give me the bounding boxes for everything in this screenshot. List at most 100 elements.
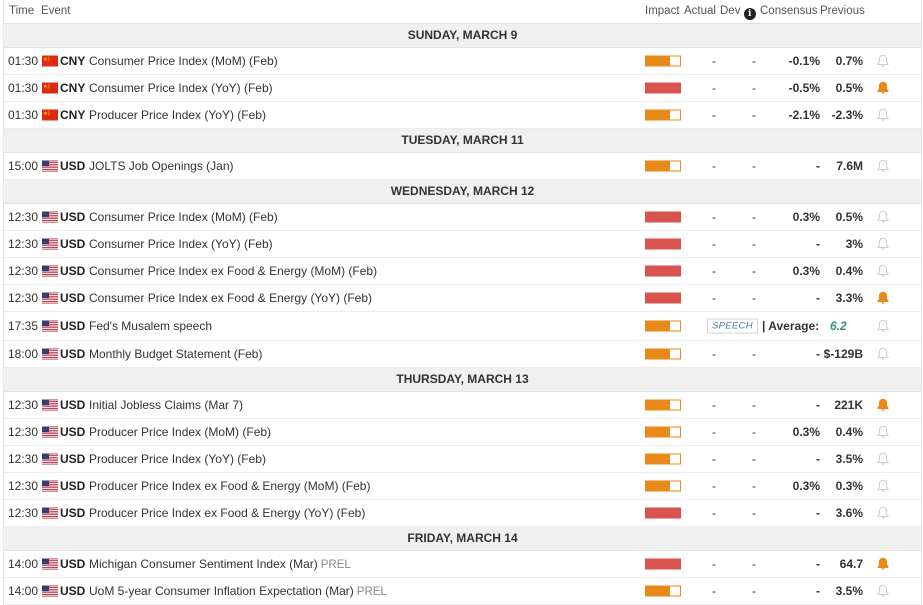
deviation-value: - bbox=[752, 54, 756, 68]
day-header: FRIDAY, MARCH 14 bbox=[4, 527, 921, 551]
bell-icon[interactable] bbox=[876, 506, 890, 520]
event-row[interactable]: 12:30 USD Consumer Price Index ex Food & E… bbox=[4, 285, 921, 312]
bell-icon[interactable] bbox=[876, 237, 890, 251]
bell-icon[interactable] bbox=[876, 479, 890, 493]
event-name[interactable]: JOLTS Job Openings (Jan) bbox=[89, 159, 234, 173]
previous-value: 3.5% bbox=[835, 452, 863, 466]
event-name-text: Monthly Budget Statement (Feb) bbox=[89, 347, 263, 361]
bell-icon[interactable] bbox=[876, 347, 890, 361]
col-impact-header[interactable]: Impact bbox=[645, 5, 680, 17]
event-row[interactable]: 12:30 USD Producer Price Index ex Food & E… bbox=[4, 473, 921, 500]
event-time: 12:30 bbox=[8, 425, 39, 439]
event-row[interactable]: 12:30 USD Producer Price Index ex Food & E… bbox=[4, 500, 921, 527]
impact-fill bbox=[646, 349, 670, 359]
impact-fill bbox=[646, 481, 670, 491]
info-icon[interactable]: i bbox=[743, 8, 756, 20]
event-row[interactable]: 01:30 CNY Producer Price Index (YoY) (Feb)… bbox=[4, 102, 921, 129]
event-name[interactable]: Consumer Price Index (YoY) (Feb) bbox=[89, 81, 273, 95]
event-row[interactable]: 14:00 USD Michigan Consumer Sentiment Inde… bbox=[4, 551, 921, 578]
impact-fill bbox=[646, 56, 670, 66]
event-time: 17:35 bbox=[8, 319, 39, 333]
event-name[interactable]: UoM 5-year Consumer Inflation Expectatio… bbox=[89, 584, 387, 598]
event-name-text: Consumer Price Index (MoM) (Feb) bbox=[89, 54, 278, 68]
event-name[interactable]: Consumer Price Index ex Food & Energy (Y… bbox=[89, 291, 372, 305]
col-time-header[interactable]: Time bbox=[9, 5, 34, 17]
bell-icon[interactable] bbox=[876, 54, 890, 68]
bell-icon[interactable] bbox=[876, 264, 890, 278]
event-name[interactable]: Producer Price Index (MoM) (Feb) bbox=[89, 425, 271, 439]
actual-value: - bbox=[712, 425, 716, 439]
event-row[interactable]: 12:30 USD Consumer Price Index (YoY) (Feb)… bbox=[4, 231, 921, 258]
event-row[interactable]: 01:30 CNY Consumer Price Index (YoY) (Feb)… bbox=[4, 75, 921, 102]
event-currency: CNY bbox=[60, 54, 86, 68]
actual-value: - bbox=[712, 54, 716, 68]
event-name-text: Michigan Consumer Sentiment Index (Mar) bbox=[89, 557, 318, 571]
actual-value: - bbox=[712, 398, 716, 412]
event-currency: USD bbox=[60, 159, 86, 173]
bell-active-icon[interactable] bbox=[876, 81, 890, 95]
bell-icon[interactable] bbox=[876, 210, 890, 224]
event-name[interactable]: Consumer Price Index ex Food & Energy (M… bbox=[89, 264, 377, 278]
event-name[interactable]: Fed's Musalem speech bbox=[89, 319, 212, 333]
event-row[interactable]: 18:00 USD Monthly Budget Statement (Feb) - -… bbox=[4, 341, 921, 368]
event-name[interactable]: Producer Price Index ex Food & Energy (M… bbox=[89, 479, 370, 493]
bell-icon[interactable] bbox=[876, 319, 890, 333]
event-time: 01:30 bbox=[8, 108, 39, 122]
us-flag-icon bbox=[42, 160, 58, 172]
bell-active-icon[interactable] bbox=[876, 291, 890, 305]
bell-icon[interactable] bbox=[876, 108, 890, 122]
event-name[interactable]: Initial Jobless Claims (Mar 7) bbox=[89, 398, 243, 412]
previous-value: 221K bbox=[834, 398, 863, 412]
consensus-value: - bbox=[816, 237, 820, 251]
event-name[interactable]: Producer Price Index (YoY) (Feb) bbox=[89, 108, 266, 122]
event-currency: USD bbox=[60, 452, 86, 466]
col-actual-header[interactable]: Actual bbox=[684, 5, 716, 17]
us-flag-icon bbox=[42, 558, 58, 570]
event-time: 18:00 bbox=[8, 347, 39, 361]
actual-value: - bbox=[712, 291, 716, 305]
bell-icon[interactable] bbox=[876, 584, 890, 598]
us-flag-icon bbox=[42, 238, 58, 250]
event-row[interactable]: 12:30 USD Consumer Price Index ex Food & E… bbox=[4, 258, 921, 285]
bell-active-icon[interactable] bbox=[876, 557, 890, 571]
event-name[interactable]: Consumer Price Index (YoY) (Feb) bbox=[89, 237, 273, 251]
event-row[interactable]: 12:30 USD Producer Price Index (MoM) (Feb)… bbox=[4, 419, 921, 446]
previous-value: 3.3% bbox=[835, 291, 863, 305]
col-previous-header[interactable]: Previous bbox=[820, 5, 865, 17]
col-consensus-header[interactable]: Consensus bbox=[760, 5, 818, 17]
event-name[interactable]: Michigan Consumer Sentiment Index (Mar) P… bbox=[89, 557, 351, 571]
col-event-header[interactable]: Event bbox=[41, 5, 70, 17]
event-currency: USD bbox=[60, 506, 86, 520]
event-name[interactable]: Producer Price Index ex Food & Energy (Y… bbox=[89, 506, 365, 520]
event-name-text: Fed's Musalem speech bbox=[89, 319, 213, 333]
us-flag-icon bbox=[42, 585, 58, 597]
bell-icon[interactable] bbox=[876, 159, 890, 173]
consensus-value: - bbox=[816, 584, 820, 598]
event-row[interactable]: 17:35 USD Fed's Musalem speech SPEECH | Aver… bbox=[4, 312, 921, 341]
previous-value: 0.5% bbox=[835, 81, 863, 95]
event-name[interactable]: Monthly Budget Statement (Feb) bbox=[89, 347, 262, 361]
event-name-text: Consumer Price Index (YoY) (Feb) bbox=[89, 237, 273, 251]
event-name[interactable]: Consumer Price Index (MoM) (Feb) bbox=[89, 210, 278, 224]
event-name[interactable]: Consumer Price Index (MoM) (Feb) bbox=[89, 54, 278, 68]
us-flag-icon bbox=[42, 292, 58, 304]
event-row[interactable]: 12:30 USD Initial Jobless Claims (Mar 7) - -… bbox=[4, 392, 921, 419]
deviation-value: - bbox=[752, 347, 756, 361]
impact-fill bbox=[646, 559, 680, 569]
china-flag-icon bbox=[42, 82, 58, 94]
event-row[interactable]: 15:00 USD JOLTS Job Openings (Jan) - - - 7.6M bbox=[4, 153, 921, 180]
consensus-value: - bbox=[816, 452, 820, 466]
consensus-value: - bbox=[816, 347, 820, 361]
actual-value: - bbox=[712, 557, 716, 571]
event-row[interactable]: 01:30 CNY Consumer Price Index (MoM) (Feb)… bbox=[4, 48, 921, 75]
event-row[interactable]: 12:30 USD Producer Price Index (YoY) (Feb)… bbox=[4, 446, 921, 473]
col-dev-header[interactable]: Dev i bbox=[720, 5, 756, 20]
event-row[interactable]: 12:30 USD Consumer Price Index (MoM) (Feb)… bbox=[4, 204, 921, 231]
event-name-text: Producer Price Index ex Food & Energy (M… bbox=[89, 479, 371, 493]
bell-icon[interactable] bbox=[876, 452, 890, 466]
event-name[interactable]: Producer Price Index (YoY) (Feb) bbox=[89, 452, 266, 466]
impact-indicator bbox=[645, 426, 681, 438]
event-row[interactable]: 14:00 USD UoM 5-year Consumer Inflation Ex… bbox=[4, 578, 921, 605]
bell-active-icon[interactable] bbox=[876, 398, 890, 412]
bell-icon[interactable] bbox=[876, 425, 890, 439]
